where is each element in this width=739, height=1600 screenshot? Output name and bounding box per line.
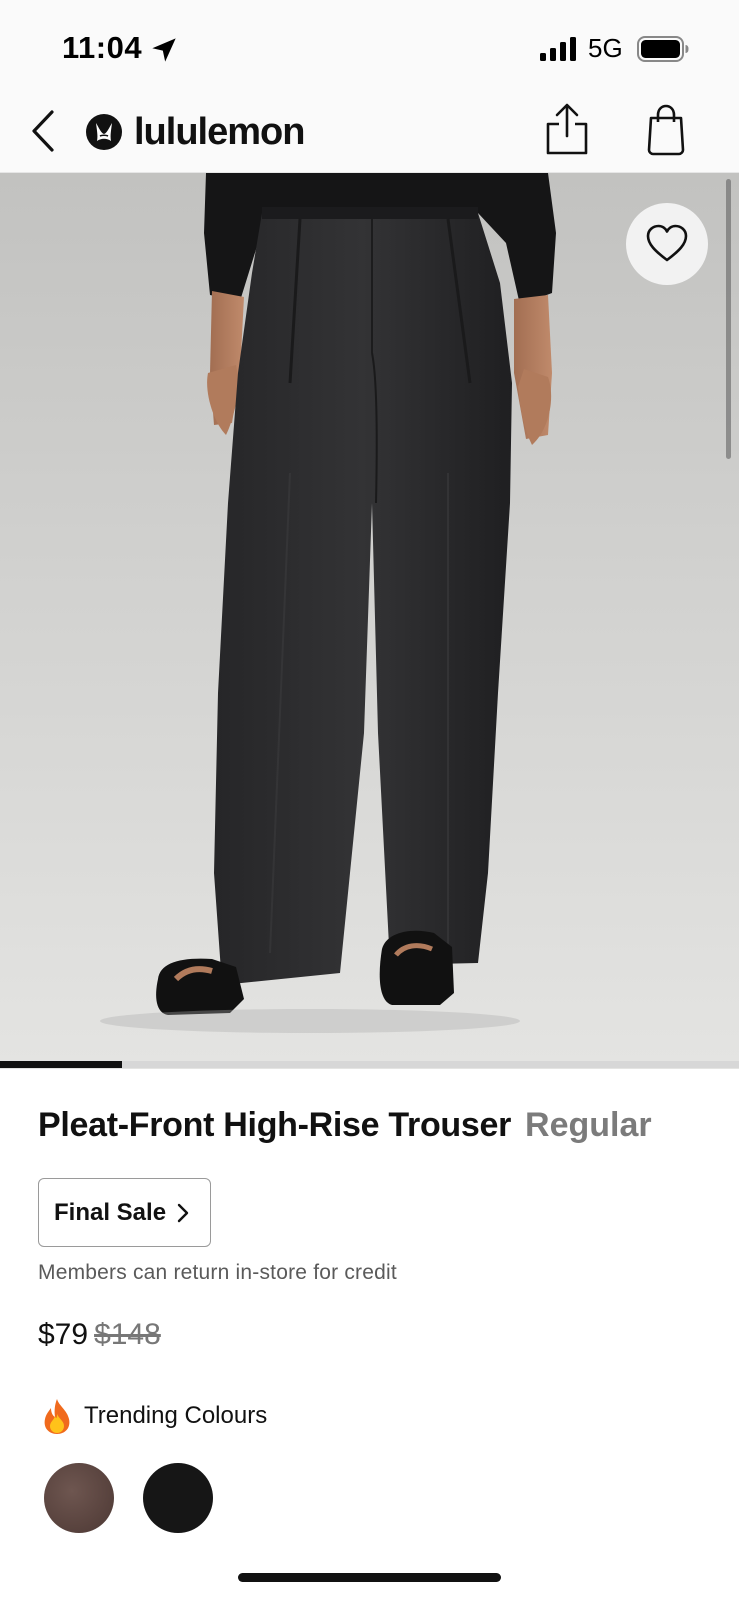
carousel-progress-fill [0,1061,122,1068]
product-title: Pleat-Front High-Rise Trouser [38,1106,512,1144]
original-price: $148 [94,1318,161,1351]
final-sale-label: Final Sale [54,1198,167,1226]
trending-label: Trending Colours [84,1402,268,1429]
network-label: 5G [588,33,623,63]
product-fit: Regular [525,1106,652,1144]
colour-swatch-black[interactable] [143,1463,213,1533]
colour-swatch-brown[interactable] [44,1463,114,1533]
heart-icon [646,224,688,262]
battery-icon [637,36,689,62]
favorite-button[interactable] [626,203,708,285]
carousel-progress [0,1061,739,1068]
sale-price: $79 [38,1318,89,1351]
nav-bar: lululemon [0,96,739,173]
status-time: 11:04 [62,30,143,65]
product-title-row: Pleat-Front High-Rise Trouser Regular [38,1106,728,1145]
location-arrow-icon [152,38,176,62]
return-note: Members can return in-store for credit [38,1261,397,1284]
flame-icon [44,1399,70,1434]
home-indicator[interactable] [238,1573,501,1582]
back-chevron-icon[interactable] [28,108,58,154]
brand[interactable]: lululemon [86,108,305,156]
brand-name: lululemon [134,110,305,153]
signal-bars-icon [540,37,576,61]
lululemon-logo-icon [86,114,122,150]
model-illustration [0,173,739,1069]
trending-colours-header: Trending Colours [40,1397,267,1435]
status-bar: 11:04 5G [0,0,739,96]
final-sale-button[interactable]: Final Sale [38,1178,211,1247]
product-image[interactable] [0,173,739,1069]
image-scroll-indicator [726,179,731,459]
shopping-bag-icon[interactable] [646,104,686,156]
price-row: $79 $148 [38,1318,161,1352]
chevron-right-icon [177,1203,189,1222]
share-icon[interactable] [544,102,590,156]
